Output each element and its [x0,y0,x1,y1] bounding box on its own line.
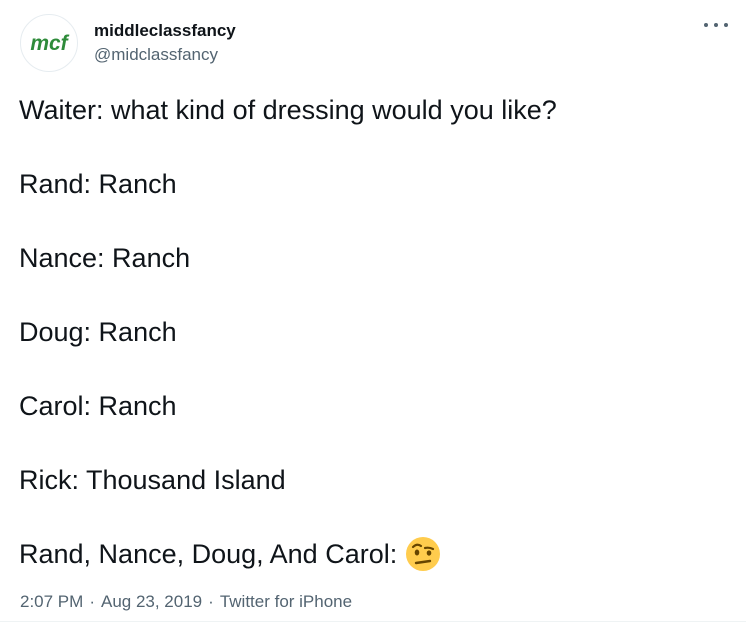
tweet-meta: 2:07 PM · Aug 23, 2019 · Twitter for iPh… [20,592,352,612]
tweet-line: Waiter: what kind of dressing would you … [19,92,719,128]
user-handle[interactable]: @midclassfancy [94,43,236,67]
tweet-line-text: Waiter: what kind of dressing would you … [19,95,557,125]
dot [714,23,718,27]
tweet-line: Rand: Ranch [19,166,719,202]
dot [704,23,708,27]
tweet-date[interactable]: Aug 23, 2019 [101,592,202,612]
dot [724,23,728,27]
display-name[interactable]: middleclassfancy [94,19,236,43]
tweet-line: Rick: Thousand Island [19,462,719,498]
tweet-time[interactable]: 2:07 PM [20,592,83,612]
tweet-line: Nance: Ranch [19,240,719,276]
tweet-line: Doug: Ranch [19,314,719,350]
tweet-source[interactable]: Twitter for iPhone [220,592,352,612]
mcf-logo-icon: mcf [30,32,69,55]
face-with-raised-eyebrow-icon [406,537,441,571]
tweet-line-text: Rick: Thousand Island [19,465,286,495]
tweet-line-text: Rand: Ranch [19,169,177,199]
tweet-line: Carol: Ranch [19,388,719,424]
separator: · [89,592,95,611]
more-options-icon[interactable] [704,18,728,32]
tweet-line-text: Doug: Ranch [19,317,177,347]
tweet-line: Rand, Nance, Doug, And Carol: [19,536,719,572]
tweet-header: mcf middleclassfancy @midclassfancy [20,14,236,72]
tweet-line-text: Rand, Nance, Doug, And Carol: [19,539,398,569]
tweet-card: mcf middleclassfancy @midclassfancy Wait… [0,0,746,622]
tweet-line-text: Carol: Ranch [19,391,177,421]
tweet-line-text: Nance: Ranch [19,243,191,273]
avatar[interactable]: mcf [20,14,78,72]
svg-text:mcf: mcf [30,32,69,55]
tweet-text: Waiter: what kind of dressing would you … [19,92,719,610]
author-names: middleclassfancy @midclassfancy [94,19,236,67]
separator: · [208,592,214,611]
